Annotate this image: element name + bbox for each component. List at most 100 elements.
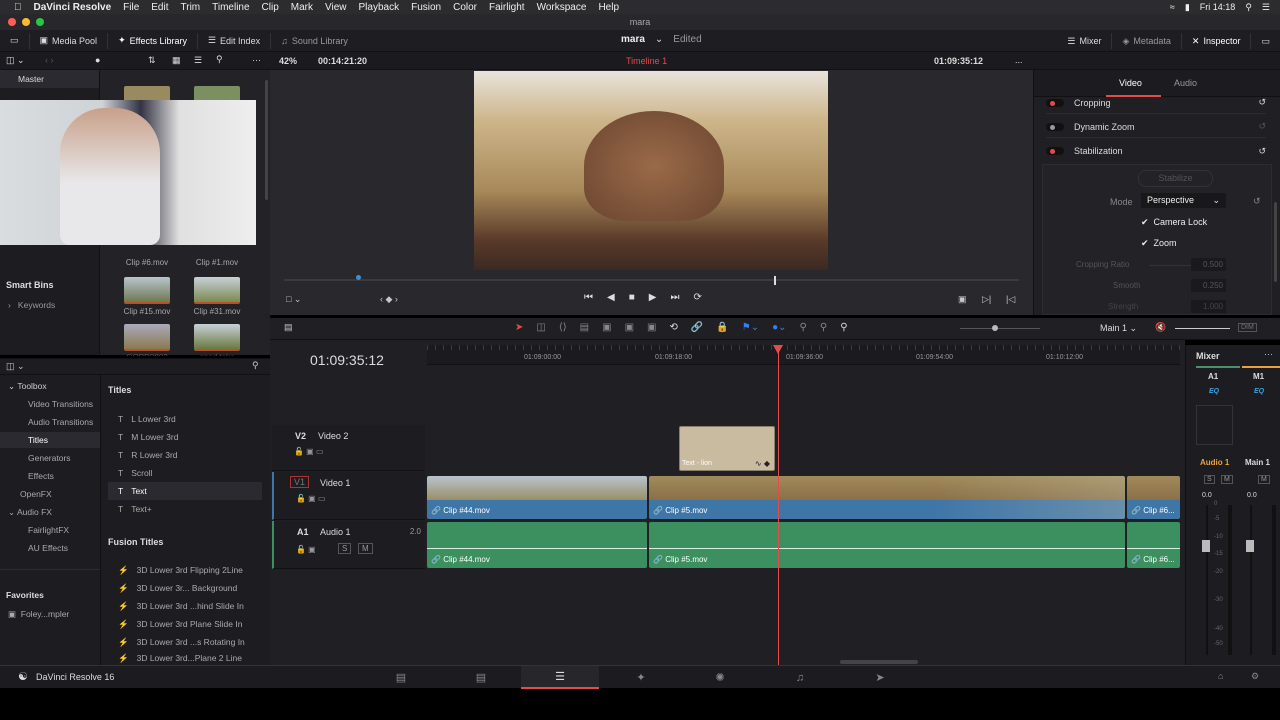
menu-edit[interactable]: Edit [151,2,168,13]
zoom-detail-icon[interactable]: ⚲ [820,322,827,333]
play-icon[interactable]: ▶ [649,292,657,303]
bin-list-toggle-icon[interactable]: ◫ ⌄ [6,55,25,66]
mixer-options-icon[interactable]: ··· [1264,349,1273,359]
apple-icon[interactable]:  [14,2,22,13]
menu-color[interactable]: Color [453,2,477,13]
page-media[interactable]: ▤ [362,666,440,689]
timeline-view-options-icon[interactable]: ▤ [284,322,293,333]
category-fairlightfx[interactable]: FairlightFX [28,525,128,535]
list-view-icon[interactable]: ☰ [194,55,202,66]
mute-icon[interactable]: 🔇 [1155,322,1166,333]
category-titles[interactable]: Titles [0,432,100,448]
dynamic-zoom-section[interactable]: Dynamic Zoom ↺ [1046,116,1266,138]
reset-icon[interactable]: ↺ [1258,146,1266,157]
search-icon[interactable]: ⚲ [216,54,223,65]
title-item-selected[interactable]: T Text [108,482,262,500]
mixer-mute-button[interactable]: M [1221,475,1233,484]
title-item[interactable]: T Text+ [108,500,262,518]
eq-button[interactable]: EQ [1209,388,1219,395]
pan-control[interactable] [1196,405,1233,445]
lock-icon[interactable]: 🔓 ▣ ▭ [296,494,326,503]
zoom-checkbox[interactable]: ✔ Zoom [1141,238,1177,249]
smart-bin-keywords[interactable]: › Keywords [8,300,55,310]
title-item[interactable]: T L Lower 3rd [108,410,262,428]
track-header-v2[interactable]: V2 Video 2 🔓 ▣ ▭ [272,425,425,471]
trim-tool-icon[interactable]: ◫ [536,322,545,333]
cropping-toggle[interactable] [1046,98,1064,107]
video-clip[interactable]: 🔗 Clip #5.mov [649,476,1125,519]
playhead-handle[interactable] [773,345,783,354]
workspace-toggle[interactable]: ▭ [0,32,30,49]
title-item[interactable]: T M Lower 3rd [108,428,262,446]
metadata-button[interactable]: ◈ Metadata [1112,33,1182,49]
audio-clip[interactable]: 🔗 Clip #44.mov [427,522,647,568]
page-color[interactable]: ✺ [681,666,759,689]
fusion-title-item[interactable]: ⚡ 3D Lower 3rd ...hind Slide In [108,597,262,615]
stabilize-button[interactable]: Stabilize [1138,170,1213,187]
smooth-field[interactable]: 0.250 [1191,279,1226,292]
prev-edit-icon[interactable]: ▷| [982,294,991,305]
insert-clip-icon[interactable]: ▣ [602,322,611,333]
clock[interactable]: Fri 14:18 [1200,2,1236,12]
viewer-scrubber[interactable] [284,279,1019,281]
video-clip[interactable]: 🔗 Clip #6... [1127,476,1180,519]
dim-button[interactable]: DIM [1238,323,1257,332]
page-fusion[interactable]: ✦ [602,666,680,689]
edit-index-button[interactable]: ☰ Edit Index [198,32,272,49]
stabilization-section[interactable]: Stabilization ↺ [1046,140,1266,162]
inspector-scrollbar[interactable] [1274,202,1277,282]
track-name[interactable]: Video 2 [318,431,348,441]
marker-icon[interactable]: ●⌄ [772,322,786,333]
match-frame-icon[interactable]: ▣ [958,294,967,305]
output-selector[interactable]: Main 1 ⌄ [1100,323,1137,334]
track-destination[interactable]: V1 [290,476,310,488]
blade-tool-icon[interactable]: ▤ [580,322,589,333]
selection-tool-icon[interactable]: ➤ [515,322,523,333]
go-to-end-icon[interactable]: ⏭ [670,292,679,303]
dynamic-trim-icon[interactable]: ⟨⟩ [559,322,567,333]
zoom-full-icon[interactable]: ⚲ [800,322,807,333]
menu-timeline[interactable]: Timeline [212,2,249,13]
master-volume-slider[interactable] [1175,328,1230,329]
stop-icon[interactable]: ■ [629,292,635,303]
toolbox-category[interactable]: ⌄ Toolbox [8,381,108,392]
bin-master[interactable]: Master [0,70,99,88]
timeline-selector[interactable]: Timeline 1 [626,56,667,66]
more-options-icon[interactable]: ··· [252,55,261,65]
eq-button[interactable]: EQ [1254,388,1264,395]
track-name[interactable]: Audio 1 [320,527,351,537]
track-header-a1[interactable]: A1 Audio 1 2.0 🔓 ▣ S M [272,521,425,569]
solo-button[interactable]: S [338,543,352,554]
effects-library-button[interactable]: ✦ Effects Library [108,32,198,49]
fusion-title-item[interactable]: ⚡ 3D Lower 3rd...Plane 2 Line [108,651,262,665]
replace-clip-icon[interactable]: ▣ [647,322,656,333]
timeline-ruler[interactable]: 01:09:00:00 01:09:18:00 01:09:36:00 01:0… [427,345,1180,365]
menu-fusion[interactable]: Fusion [411,2,441,13]
title-item[interactable]: T R Lower 3rd [108,446,262,464]
inspector-button[interactable]: ✕ Inspector [1182,33,1252,49]
home-icon[interactable]: ⌂ [1218,671,1223,681]
page-fairlight[interactable]: ♫ [761,666,839,689]
keyframe-icon[interactable]: ∿ ◆ [755,459,770,468]
scrubber-playhead[interactable] [774,276,776,285]
menu-workspace[interactable]: Workspace [537,2,587,13]
page-edit[interactable]: ☰ [521,666,599,689]
timeline-scrollbar[interactable] [840,660,918,664]
playhead[interactable] [778,345,779,665]
menu-clip[interactable]: Clip [262,2,279,13]
title-item[interactable]: T Scroll [108,464,262,482]
timeline-zoom-slider[interactable] [960,328,1040,329]
chevron-down-icon[interactable]: ⌄ [655,34,663,45]
play-reverse-icon[interactable]: ◀ [607,292,615,303]
viewer-options-icon[interactable]: ... [1015,55,1023,65]
fullscreen-toggle[interactable]: ▭ [1251,33,1280,49]
menu-file[interactable]: File [123,2,139,13]
mode-dropdown[interactable]: Perspective ⌄ [1141,193,1226,208]
viewer-mode-icon[interactable]: □ ⌄ [286,294,301,305]
stabilization-toggle[interactable] [1046,147,1064,155]
category-audio-fx[interactable]: ⌄ Audio FX [8,507,108,518]
track-name[interactable]: Video 1 [320,478,350,488]
cropping-section[interactable]: Cropping ↺ [1046,92,1266,114]
media-pool-button[interactable]: ▣ Media Pool [30,32,109,49]
track-header-v1[interactable]: V1 Video 1 🔓 ▣ ▭ [272,472,425,520]
